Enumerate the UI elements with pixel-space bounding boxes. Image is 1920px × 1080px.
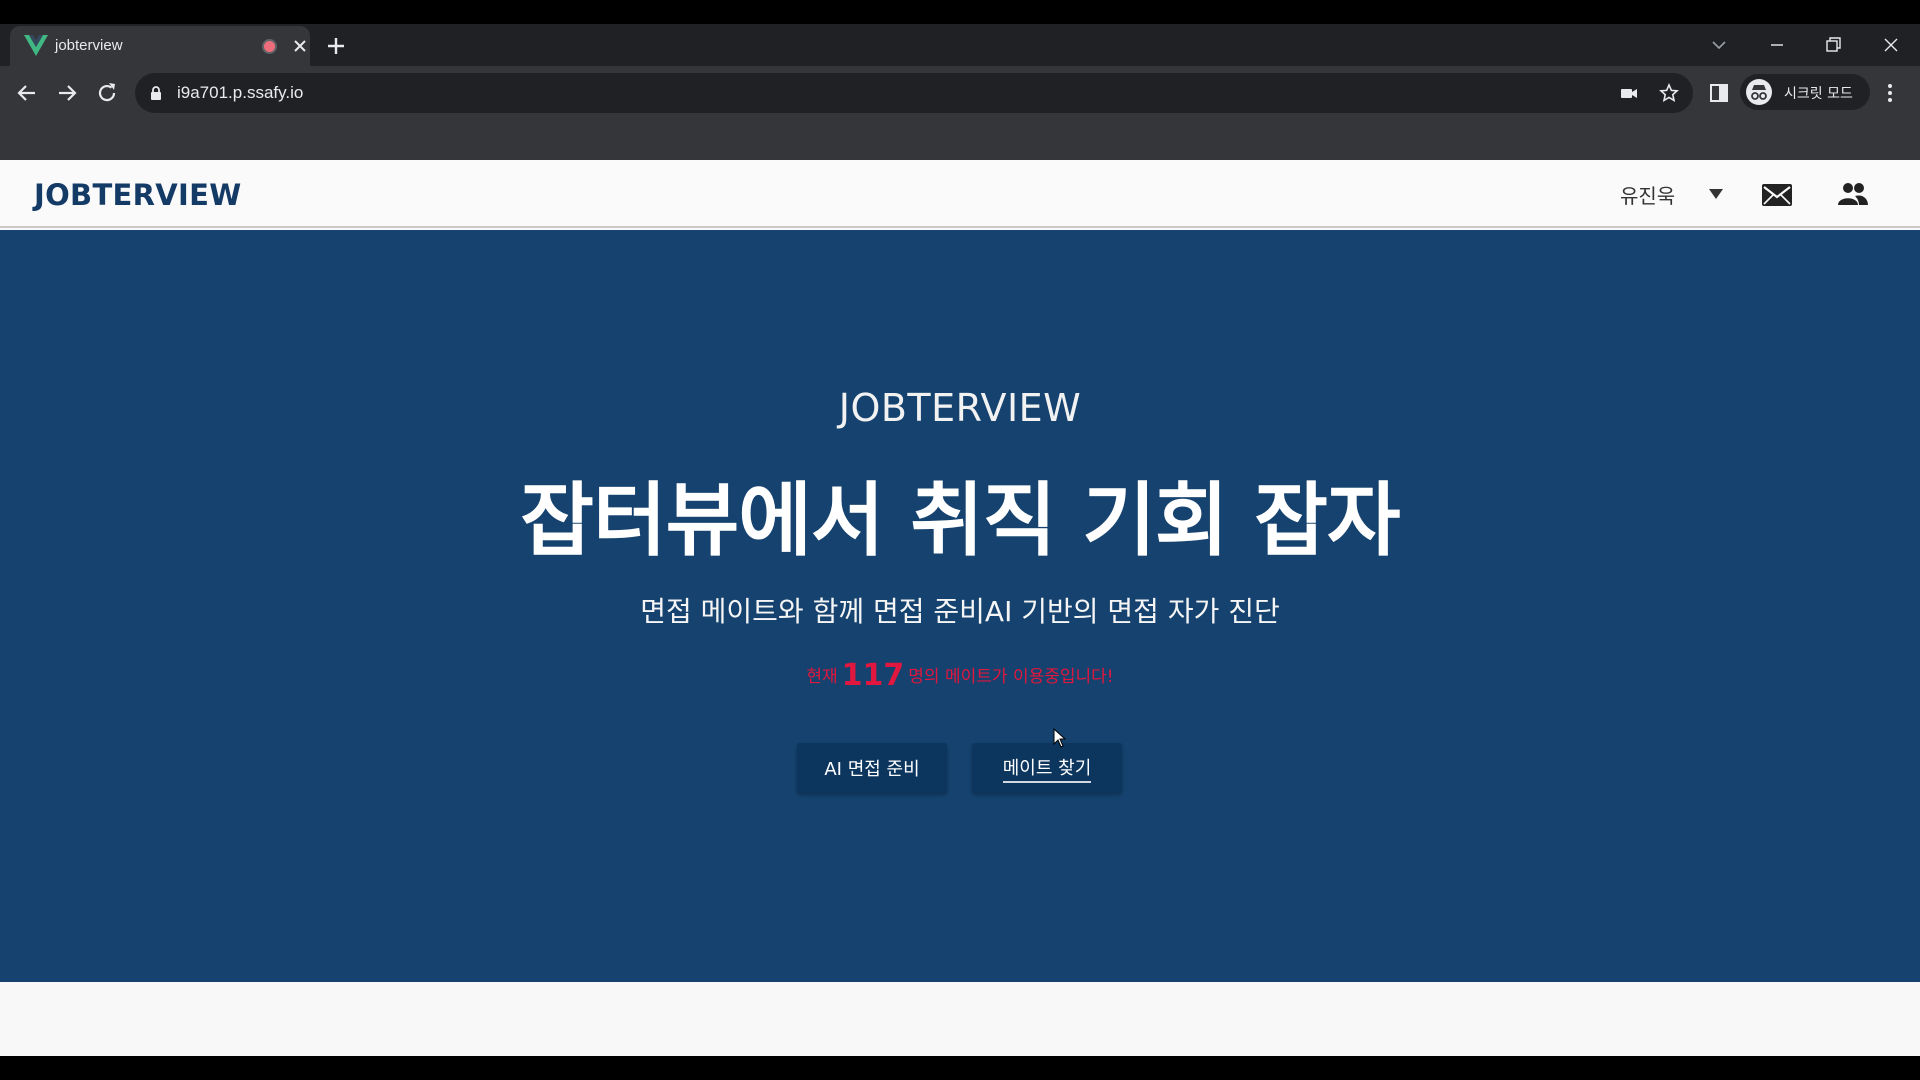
hero-brand: JOBTERVIEW	[838, 386, 1082, 430]
tab-search-icon[interactable]	[1708, 34, 1730, 56]
restore-icon[interactable]	[1822, 34, 1844, 56]
close-icon[interactable]	[292, 38, 308, 54]
star-icon[interactable]	[1659, 83, 1679, 103]
mate-count-text: 현재 117 명의 메이트가 이용중입니다!	[0, 658, 1920, 693]
screen: jobterview i9a701.p.ssafy.io 시크릿 모드 JOBT…	[0, 0, 1920, 1080]
reload-icon[interactable]	[94, 80, 120, 106]
count-value: 117	[841, 658, 905, 693]
address-bar[interactable]: i9a701.p.ssafy.io	[135, 73, 1693, 113]
recording-icon	[262, 39, 277, 54]
side-panel-icon[interactable]	[1708, 82, 1730, 104]
mouse-cursor-icon	[1053, 728, 1067, 748]
forward-icon[interactable]	[54, 80, 80, 106]
more-icon[interactable]	[1886, 82, 1894, 104]
incognito-icon	[1746, 79, 1772, 105]
user-menu[interactable]: 유진욱	[1620, 180, 1723, 210]
url-text: i9a701.p.ssafy.io	[177, 83, 304, 102]
ai-interview-label: AI 면접 준비	[824, 759, 920, 780]
vue-logo-icon	[24, 35, 48, 56]
plus-icon[interactable]	[326, 36, 346, 56]
incognito-badge[interactable]: 시크릿 모드	[1740, 74, 1870, 110]
mail-icon[interactable]	[1762, 184, 1792, 206]
camera-icon[interactable]	[1619, 83, 1639, 103]
hero-section: JOBTERVIEW 잡터뷰에서 취직 기회 잡자 면접 메이트와 함께 면접 …	[0, 230, 1920, 982]
window-close-icon[interactable]	[1880, 34, 1902, 56]
tab-title: jobterview	[55, 37, 123, 54]
browser-tab[interactable]: jobterview	[10, 26, 310, 66]
ai-interview-button[interactable]: AI 면접 준비	[797, 743, 947, 793]
minimize-icon[interactable]	[1766, 34, 1788, 56]
back-icon[interactable]	[14, 80, 40, 106]
people-icon[interactable]	[1838, 182, 1868, 206]
tab-strip: jobterview	[0, 24, 1920, 66]
hero-subtitle: 면접 메이트와 함께 면접 준비AI 기반의 면접 자가 진단	[640, 595, 1280, 628]
user-name[interactable]: 유진욱	[1620, 184, 1675, 208]
lock-icon[interactable]	[150, 85, 162, 101]
count-suffix: 명의 메이트가 이용중입니다!	[908, 667, 1114, 687]
brand-logo[interactable]: JOBTERVIEW	[34, 178, 242, 212]
toolbar-spacer	[0, 120, 1920, 160]
hero-title: 잡터뷰에서 취직 기회 잡자	[520, 474, 1400, 567]
count-prefix: 현재	[806, 667, 838, 687]
site-navbar: JOBTERVIEW 유진욱	[0, 160, 1920, 228]
caret-down-icon[interactable]	[1708, 188, 1724, 200]
browser-toolbar: i9a701.p.ssafy.io 시크릿 모드	[0, 66, 1920, 120]
find-mate-label: 메이트 찾기	[1002, 754, 1092, 783]
incognito-label: 시크릿 모드	[1784, 86, 1853, 102]
web-page: JOBTERVIEW 유진욱 JOBTERVIEW 잡터뷰에서 취직 기회 잡자…	[0, 160, 1920, 1056]
find-mate-button[interactable]: 메이트 찾기	[972, 743, 1122, 793]
